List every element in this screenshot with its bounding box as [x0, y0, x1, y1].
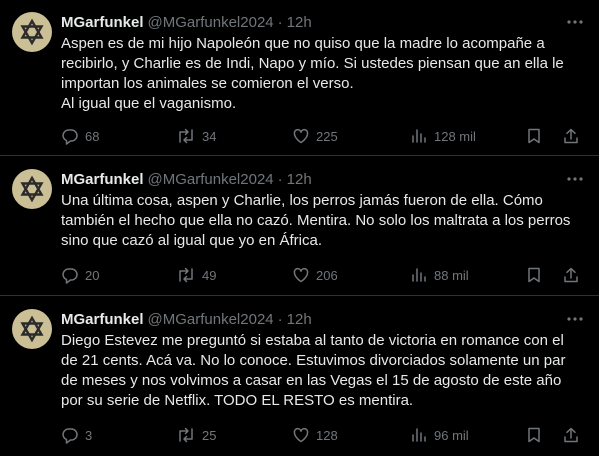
- reply-bubble-icon: [62, 129, 78, 145]
- view-count: 128 mil: [434, 128, 476, 144]
- display-name[interactable]: MGarfunkel: [61, 171, 144, 188]
- display-name[interactable]: MGarfunkel: [61, 14, 144, 31]
- tweet-header: MGarfunkel @MGarfunkel2024 · 12h: [61, 12, 312, 32]
- repost-button[interactable]: 49: [176, 266, 216, 284]
- heart-icon: [293, 427, 309, 443]
- tweet[interactable]: MGarfunkel @MGarfunkel2024 · 12h Diego E…: [0, 297, 599, 456]
- repost-count: 25: [202, 427, 217, 443]
- action-bar: 68 34 225 128 mil: [61, 126, 587, 146]
- avatar[interactable]: [12, 169, 52, 209]
- tweet-text: Una última cosa, aspen y Charlie, los pe…: [61, 192, 571, 249]
- share-upload-icon: [564, 427, 578, 443]
- tweet-header: MGarfunkel @MGarfunkel2024 · 12h: [61, 309, 312, 329]
- more-dots-icon: [567, 20, 583, 24]
- action-bar: 3 25 128 96 mil: [61, 425, 587, 445]
- timestamp[interactable]: 12h: [287, 14, 312, 31]
- share-button[interactable]: [562, 426, 580, 444]
- tweet[interactable]: MGarfunkel @MGarfunkel2024 · 12h Aspen e…: [0, 0, 599, 156]
- more-options-button[interactable]: [565, 309, 585, 329]
- like-count: 128: [316, 427, 338, 443]
- more-options-button[interactable]: [565, 12, 585, 32]
- star-of-david-icon: [20, 18, 44, 46]
- reply-button[interactable]: 3: [61, 426, 92, 444]
- share-button[interactable]: [562, 266, 580, 284]
- repost-arrows-icon: [179, 427, 193, 443]
- view-count: 88 mil: [434, 267, 469, 283]
- tweet-text: Aspen es de mi hijo Napoleón que no quis…: [61, 35, 564, 112]
- reply-count: 3: [85, 427, 93, 443]
- separator-dot: ·: [277, 13, 283, 31]
- like-button[interactable]: 225: [292, 127, 338, 145]
- reply-count: 68: [85, 128, 100, 144]
- tweet-text: Diego Estevez me preguntó si estaba al t…: [61, 332, 566, 409]
- reply-bubble-icon: [62, 428, 78, 444]
- star-of-david-icon: [20, 315, 44, 343]
- tweet-header: MGarfunkel @MGarfunkel2024 · 12h: [61, 169, 312, 189]
- views-bars-icon: [412, 268, 426, 282]
- bookmark-button[interactable]: [525, 426, 543, 444]
- action-bar: 20 49 206 88 mil: [61, 265, 587, 285]
- repost-arrows-icon: [179, 128, 193, 144]
- reply-button[interactable]: 68: [61, 127, 99, 145]
- tweet[interactable]: MGarfunkel @MGarfunkel2024 · 12h Una últ…: [0, 157, 599, 296]
- heart-icon: [293, 267, 309, 283]
- share-upload-icon: [564, 128, 578, 144]
- display-name[interactable]: MGarfunkel: [61, 311, 144, 328]
- more-dots-icon: [567, 317, 583, 321]
- bookmark-button[interactable]: [525, 127, 543, 145]
- more-options-button[interactable]: [565, 169, 585, 189]
- like-button[interactable]: 128: [292, 426, 338, 444]
- timestamp[interactable]: 12h: [287, 311, 312, 328]
- like-count: 206: [316, 267, 338, 283]
- repost-button[interactable]: 25: [176, 426, 216, 444]
- bookmark-icon: [528, 128, 540, 144]
- user-handle[interactable]: @MGarfunkel2024: [148, 311, 274, 328]
- separator-dot: ·: [277, 170, 283, 188]
- avatar[interactable]: [12, 309, 52, 349]
- timestamp[interactable]: 12h: [287, 171, 312, 188]
- reply-bubble-icon: [62, 268, 78, 284]
- share-button[interactable]: [562, 127, 580, 145]
- repost-button[interactable]: 34: [176, 127, 216, 145]
- views-button[interactable]: 88 mil: [410, 266, 469, 284]
- reply-button[interactable]: 20: [61, 266, 99, 284]
- separator-dot: ·: [277, 310, 283, 328]
- like-button[interactable]: 206: [292, 266, 338, 284]
- views-bars-icon: [412, 129, 426, 143]
- bookmark-button[interactable]: [525, 266, 543, 284]
- user-handle[interactable]: @MGarfunkel2024: [148, 14, 274, 31]
- reply-count: 20: [85, 267, 100, 283]
- views-button[interactable]: 128 mil: [410, 127, 476, 145]
- tweet-feed: MGarfunkel @MGarfunkel2024 · 12h Aspen e…: [0, 0, 599, 456]
- bookmark-icon: [528, 267, 540, 283]
- views-bars-icon: [412, 428, 426, 442]
- star-of-david-icon: [20, 175, 44, 203]
- repost-arrows-icon: [179, 267, 193, 283]
- repost-count: 34: [202, 128, 217, 144]
- bookmark-icon: [528, 427, 540, 443]
- views-button[interactable]: 96 mil: [410, 426, 469, 444]
- user-handle[interactable]: @MGarfunkel2024: [148, 171, 274, 188]
- share-upload-icon: [564, 267, 578, 283]
- more-dots-icon: [567, 177, 583, 181]
- avatar[interactable]: [12, 12, 52, 52]
- heart-icon: [293, 128, 309, 144]
- like-count: 225: [316, 128, 338, 144]
- view-count: 96 mil: [434, 427, 469, 443]
- repost-count: 49: [202, 267, 217, 283]
